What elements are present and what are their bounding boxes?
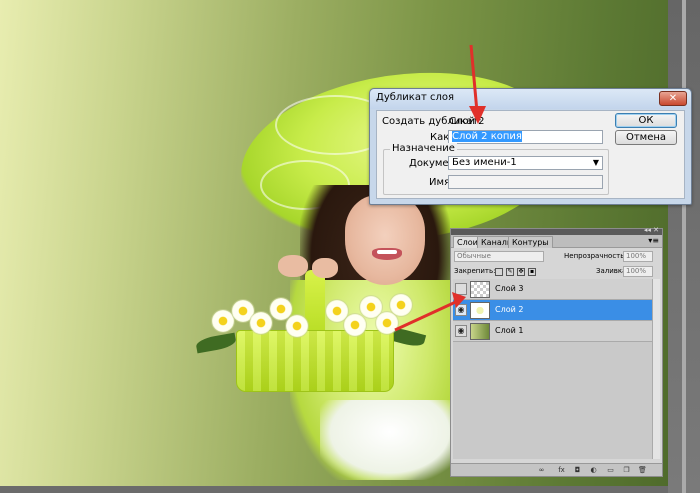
layer-mask-icon[interactable]: ◘ xyxy=(573,466,582,475)
name-input[interactable] xyxy=(448,175,603,189)
layer-row-layer-1[interactable]: ◉ Слой 1 xyxy=(453,321,653,342)
link-layers-icon[interactable]: ∞ xyxy=(537,466,546,475)
canvas-bottom-edge xyxy=(0,486,668,493)
dialog-title[interactable]: Дубликат слоя xyxy=(370,89,691,109)
new-layer-icon[interactable]: ❐ xyxy=(622,466,631,475)
flower xyxy=(376,312,398,334)
tab-paths[interactable]: Контуры xyxy=(508,236,553,248)
basket-artwork xyxy=(236,330,394,392)
layer-name: Слой 3 xyxy=(495,284,524,293)
close-button[interactable]: ✕ xyxy=(659,91,687,106)
teeth-artwork xyxy=(377,250,397,254)
opacity-label: Непрозрачность: xyxy=(564,252,627,260)
skirt-artwork xyxy=(320,400,460,480)
layers-bottom-bar: ∞ fx ◘ ◐ ▭ ❐ 🗑 xyxy=(451,463,662,476)
visibility-toggle-icon[interactable] xyxy=(455,283,467,295)
flower xyxy=(250,312,272,334)
lock-pixels-icon[interactable]: ✎ xyxy=(506,268,514,276)
layer-style-icon[interactable]: fx xyxy=(557,466,566,475)
ok-button[interactable]: ОК xyxy=(615,113,677,128)
layer-name: Слой 2 xyxy=(495,305,524,314)
flower xyxy=(344,314,366,336)
layers-panel: ◂◂ ✕ Слои Каналы Контуры ▾≡ Обычные Непр… xyxy=(450,226,663,477)
dialog-body: Создать дубликат: Слой 2 Как: Слой 2 коп… xyxy=(376,110,685,199)
left-hand xyxy=(278,255,308,277)
right-hand xyxy=(312,258,338,278)
layer-row-layer-3[interactable]: Слой 3 xyxy=(453,279,653,300)
layer-row-layer-2[interactable]: ◉ Слой 2 xyxy=(453,300,653,321)
destination-legend: Назначение xyxy=(390,143,457,154)
layer-thumbnail xyxy=(470,323,490,340)
lock-row: Закрепить: ✎ ✥ ▪ Заливка: 100% xyxy=(451,264,662,280)
as-name-input[interactable]: Слой 2 копия xyxy=(448,130,603,144)
layer-name: Слой 1 xyxy=(495,326,524,335)
chevron-down-icon: ▼ xyxy=(592,158,599,167)
blend-row: Обычные Непрозрачность: 100% xyxy=(451,249,662,265)
lock-label: Закрепить: xyxy=(454,267,496,275)
fill-field[interactable]: 100% xyxy=(623,266,653,277)
group-folder-icon[interactable]: ▭ xyxy=(606,466,615,475)
as-name-value: Слой 2 копия xyxy=(452,131,522,142)
flower xyxy=(286,315,308,337)
document-select[interactable]: Без имени-1 ▼ xyxy=(448,156,603,170)
face-artwork xyxy=(345,195,425,285)
destination-group: Назначение Документ: Без имени-1 ▼ Имя: xyxy=(383,143,609,195)
lock-transparency-icon[interactable] xyxy=(495,268,503,276)
panel-menu-icon[interactable]: ▾≡ xyxy=(648,236,659,245)
lock-all-icon[interactable]: ▪ xyxy=(528,268,536,276)
leaf xyxy=(195,332,237,354)
duplicate-source-value: Слой 2 xyxy=(449,116,485,127)
layer-thumbnail xyxy=(470,281,490,298)
workspace-right-strip xyxy=(668,0,700,493)
panel-collapse-icon[interactable]: ◂◂ ✕ xyxy=(644,226,659,234)
opacity-field[interactable]: 100% xyxy=(623,251,653,262)
eye-icon[interactable]: ◉ xyxy=(455,304,467,316)
adjustment-layer-icon[interactable]: ◐ xyxy=(589,466,598,475)
trash-icon[interactable]: 🗑 xyxy=(638,466,647,475)
layers-scrollbar[interactable] xyxy=(652,279,660,459)
flower xyxy=(270,298,292,320)
panel-tabs: Слои Каналы Контуры ▾≡ xyxy=(451,235,662,248)
lock-position-icon[interactable]: ✥ xyxy=(517,268,525,276)
blend-mode-select[interactable]: Обычные xyxy=(454,251,544,262)
cancel-button[interactable]: Отмена xyxy=(615,130,677,145)
eye-icon[interactable]: ◉ xyxy=(455,325,467,337)
flower xyxy=(390,294,412,316)
layer-thumbnail xyxy=(470,302,490,319)
duplicate-layer-dialog: Дубликат слоя ✕ Создать дубликат: Слой 2… xyxy=(369,88,692,205)
document-value: Без имени-1 xyxy=(452,157,517,168)
flower xyxy=(212,310,234,332)
layers-list: Слой 3 ◉ Слой 2 ◉ Слой 1 xyxy=(453,279,653,459)
